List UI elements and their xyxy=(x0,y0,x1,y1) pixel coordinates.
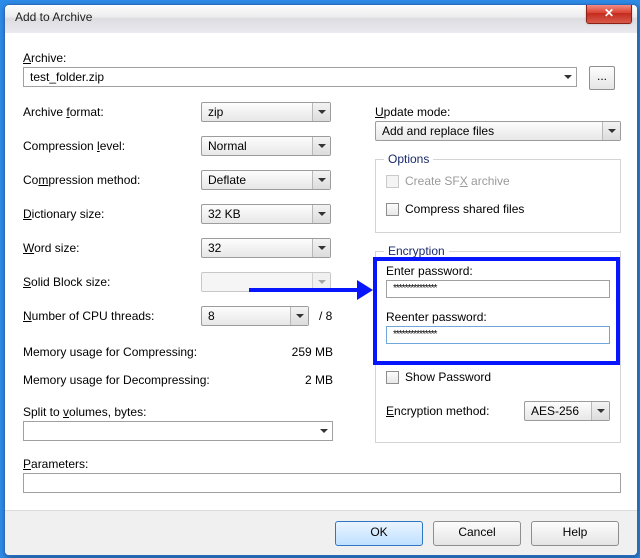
ok-button[interactable]: OK xyxy=(335,521,423,546)
chevron-down-icon xyxy=(312,273,330,291)
help-button[interactable]: Help xyxy=(531,521,619,546)
chevron-down-icon xyxy=(315,422,332,440)
mem-decompress-value: 2 MB xyxy=(305,373,333,387)
cpu-threads-total: / 8 xyxy=(319,309,332,323)
compress-shared-text: Compress shared files xyxy=(405,202,524,216)
cancel-button[interactable]: Cancel xyxy=(433,521,521,546)
archive-label: Archive: xyxy=(23,51,66,65)
chevron-down-icon xyxy=(591,402,609,420)
show-password-text: Show Password xyxy=(405,370,491,384)
chevron-down-icon xyxy=(312,137,330,155)
encryption-legend: Encryption xyxy=(384,244,449,258)
word-size-combo[interactable]: 32 xyxy=(201,238,331,258)
compress-shared-checkbox[interactable]: Compress shared files xyxy=(386,202,524,216)
chevron-down-icon xyxy=(312,239,330,257)
close-button[interactable]: ✕ xyxy=(586,5,632,24)
mem-compress-label: Memory usage for Compressing: xyxy=(23,345,197,359)
mem-decompress-label: Memory usage for Decompressing: xyxy=(23,373,210,387)
browse-button[interactable]: ... xyxy=(589,66,615,90)
parameters-label: Parameters: xyxy=(23,457,88,471)
options-group: Options Create SFX archive Compress shar… xyxy=(375,159,621,233)
archive-format-combo[interactable]: zip xyxy=(201,102,331,122)
parameters-input[interactable] xyxy=(23,473,621,493)
chevron-down-icon xyxy=(290,307,308,325)
create-sfx-checkbox: Create SFX archive xyxy=(386,174,510,188)
checkbox-icon xyxy=(386,203,399,216)
dictionary-size-combo[interactable]: 32 KB xyxy=(201,204,331,224)
chevron-down-icon xyxy=(602,122,620,140)
update-mode-label: Update mode: xyxy=(375,105,450,119)
archive-path-value: test_folder.zip xyxy=(30,70,104,84)
solid-block-size-label: Solid Block size: xyxy=(23,275,110,289)
mem-compress-value: 259 MB xyxy=(292,345,333,359)
checkbox-icon xyxy=(386,371,399,384)
titlebar[interactable]: Add to Archive ✕ xyxy=(5,5,637,34)
solid-block-size-combo xyxy=(201,272,331,292)
options-legend: Options xyxy=(384,152,433,166)
show-password-checkbox[interactable]: Show Password xyxy=(386,370,491,384)
cpu-threads-combo[interactable]: 8 xyxy=(201,306,309,326)
cpu-threads-label: Number of CPU threads: xyxy=(23,309,154,323)
annotation-highlight xyxy=(373,257,620,365)
split-volumes-label: Split to volumes, bytes: xyxy=(23,405,146,419)
encryption-method-label: Encryption method: xyxy=(386,404,489,418)
client-area: Archive: test_folder.zip ... Archive for… xyxy=(5,33,637,555)
chevron-down-icon xyxy=(312,103,330,121)
compression-level-combo[interactable]: Normal xyxy=(201,136,331,156)
dictionary-size-label: Dictionary size: xyxy=(23,207,104,221)
archive-format-label: Archive format: xyxy=(23,105,104,119)
chevron-down-icon xyxy=(559,68,576,86)
chevron-down-icon xyxy=(312,171,330,189)
window-title: Add to Archive xyxy=(15,10,92,24)
chevron-down-icon xyxy=(312,205,330,223)
checkbox-icon xyxy=(386,175,399,188)
button-bar: OK Cancel Help xyxy=(5,510,637,555)
archive-path-combo[interactable]: test_folder.zip xyxy=(23,67,577,87)
compression-method-combo[interactable]: Deflate xyxy=(201,170,331,190)
update-mode-combo[interactable]: Add and replace files xyxy=(375,121,621,141)
compression-method-label: Compression method: xyxy=(23,173,140,187)
compression-level-label: Compression level: xyxy=(23,139,125,153)
create-sfx-text: Create SFX archive xyxy=(405,174,510,188)
split-volumes-combo[interactable] xyxy=(23,421,333,441)
dialog-window: Add to Archive ✕ Archive: test_folder.zi… xyxy=(4,4,638,556)
word-size-label: Word size: xyxy=(23,241,79,255)
encryption-method-combo[interactable]: AES-256 xyxy=(524,401,610,421)
